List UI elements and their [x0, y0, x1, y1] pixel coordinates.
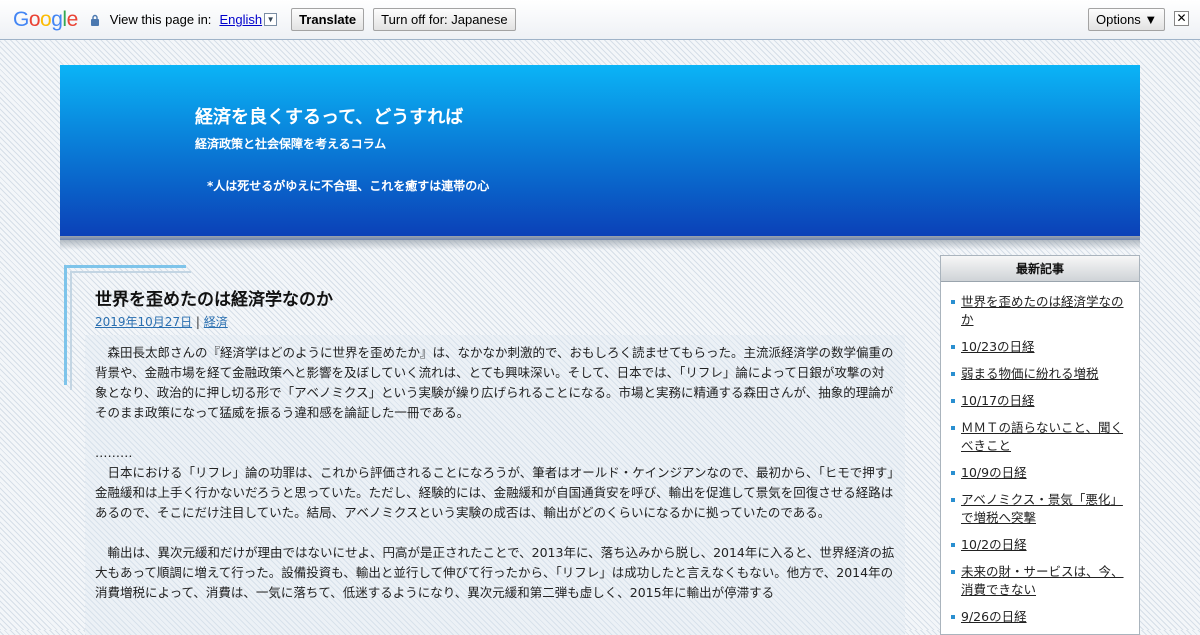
logo-letter: o [40, 7, 52, 31]
entry-ellipsis: ……… [95, 445, 133, 460]
google-logo: Google [13, 8, 78, 32]
logo-letter: g [51, 7, 63, 31]
list-item: 弱まる物価に紛れる増税 [949, 365, 1131, 383]
entry-meta: 2019年10月27日 | 経済 [95, 313, 228, 330]
recent-post-link[interactable]: 10/17の日経 [961, 393, 1035, 408]
translate-bar: Google View this page in: English ▼ Tran… [0, 0, 1200, 40]
language-dropdown-icon[interactable]: ▼ [264, 13, 278, 26]
sidebar-heading: 最新記事 [941, 256, 1139, 282]
options-button[interactable]: Options ▼ [1088, 8, 1166, 31]
entry-category-link[interactable]: 経済 [204, 315, 228, 329]
sidebar-recent-posts: 最新記事 世界を歪めたのは経済学なのか 10/23の日経 弱まる物価に紛れる増税… [940, 255, 1140, 635]
entry-title: 世界を歪めたのは経済学なのか [95, 290, 333, 310]
list-item: 10/23の日経 [949, 338, 1131, 356]
list-item: 10/2の日経 [949, 536, 1131, 554]
site-motto: *人は死せるがゆえに不合理、これを癒すは連帯の心 [207, 179, 490, 193]
view-page-label: View this page in: [109, 12, 212, 27]
list-item: 9/26の日経 [949, 608, 1131, 626]
turn-off-button[interactable]: Turn off for: Japanese [373, 8, 516, 31]
site-title[interactable]: 経済を良くするって、どうすれば [195, 103, 463, 129]
list-item: 世界を歪めたのは経済学なのか [949, 293, 1131, 329]
meta-separator: | [192, 315, 204, 329]
recent-post-link[interactable]: ＭＭＴの語らないこと、聞くべきこと [961, 420, 1123, 453]
list-item: ＭＭＴの語らないこと、聞くべきこと [949, 419, 1131, 455]
entry-paragraph: 森田長太郎さんの『経済学はどのように世界を歪めたか』は、なかなか刺激的で、おもし… [95, 345, 894, 420]
recent-post-link[interactable]: 弱まる物価に紛れる増税 [961, 366, 1099, 381]
recent-post-link[interactable]: 10/2の日経 [961, 537, 1027, 552]
list-item: 未来の財・サービスは、今、消費できない [949, 563, 1131, 599]
recent-post-link[interactable]: 未来の財・サービスは、今、消費できない [961, 564, 1124, 597]
logo-letter: o [28, 7, 41, 31]
recent-post-link[interactable]: 世界を歪めたのは経済学なのか [961, 294, 1124, 327]
list-item: 10/17の日経 [949, 392, 1131, 410]
recent-post-link[interactable]: アベノミクス・景気「悪化」で増税へ突撃 [961, 492, 1123, 525]
language-select[interactable]: English [219, 12, 262, 27]
site-description: 経済政策と社会保障を考えるコラム [195, 137, 387, 151]
logo-letter: G [13, 7, 29, 31]
entry-body: 森田長太郎さんの『経済学はどのように世界を歪めたか』は、なかなか刺激的で、おもし… [85, 335, 905, 635]
lock-icon [90, 14, 100, 26]
translate-button[interactable]: Translate [291, 8, 365, 31]
header-shadow [60, 236, 1140, 250]
logo-letter: e [66, 7, 79, 31]
recent-post-link[interactable]: 9/26の日経 [961, 609, 1027, 624]
list-item: アベノミクス・景気「悪化」で増税へ突撃 [949, 491, 1131, 527]
entry-date-link[interactable]: 2019年10月27日 [95, 315, 192, 329]
recent-posts-list: 世界を歪めたのは経済学なのか 10/23の日経 弱まる物価に紛れる増税 10/1… [941, 282, 1139, 626]
site-header: 経済を良くするって、どうすれば 経済政策と社会保障を考えるコラム *人は死せるが… [60, 65, 1140, 240]
entry-paragraph: 輸出は、異次元緩和だけが理由ではないにせよ、円高が是正されたことで、2013年に… [95, 545, 895, 600]
entry-paragraph: 日本における「リフレ」論の功罪は、これから評価されることになろうが、筆者はオール… [95, 465, 894, 520]
list-item: 10/9の日経 [949, 464, 1131, 482]
recent-post-link[interactable]: 10/23の日経 [961, 339, 1035, 354]
close-icon[interactable]: ✕ [1174, 11, 1189, 26]
recent-post-link[interactable]: 10/9の日経 [961, 465, 1027, 480]
